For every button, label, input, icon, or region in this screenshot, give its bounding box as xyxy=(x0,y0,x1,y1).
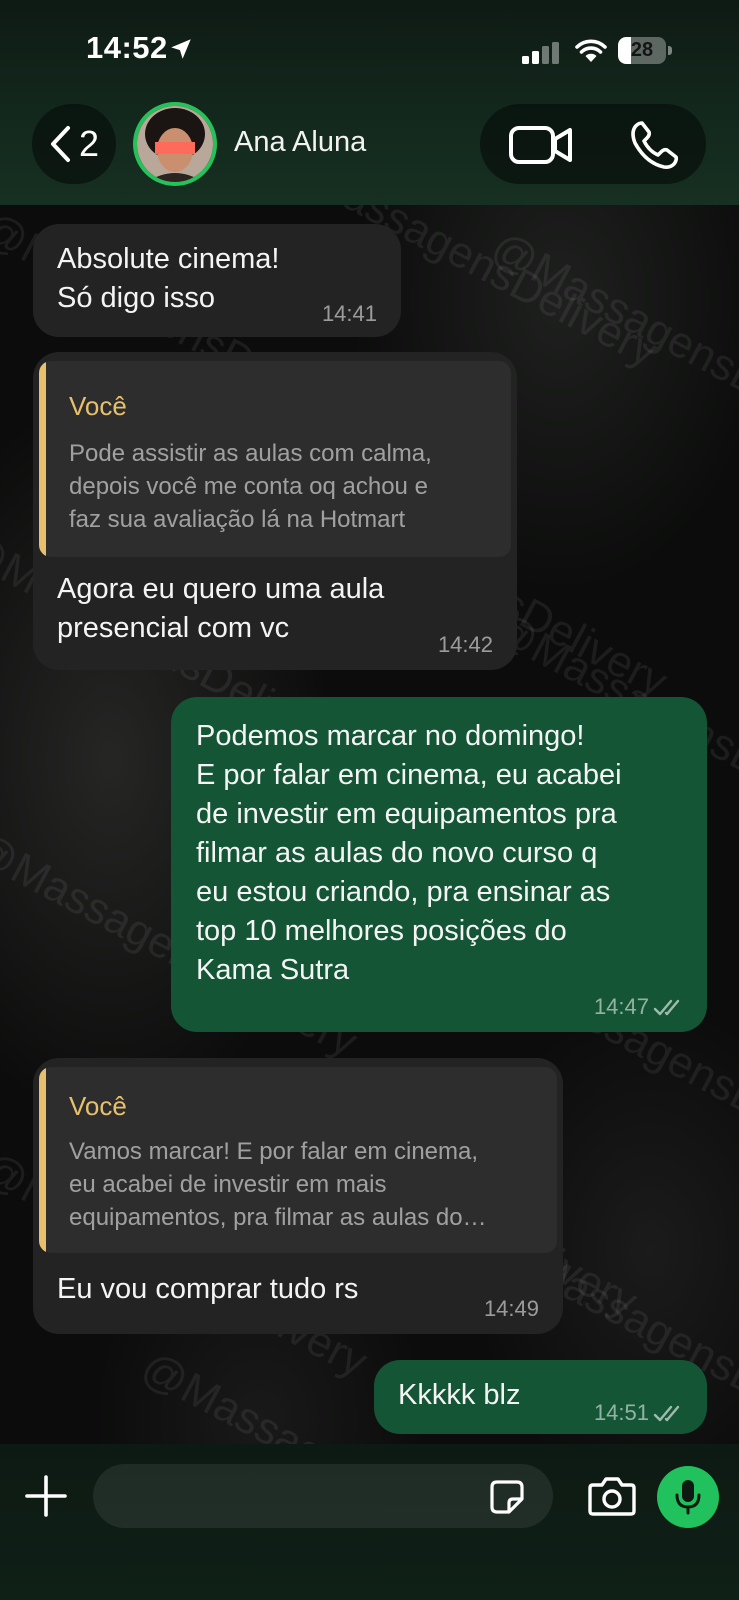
video-call-icon[interactable] xyxy=(508,124,574,166)
back-button[interactable]: 2 xyxy=(32,104,116,184)
phone-icon[interactable] xyxy=(628,119,680,171)
plus-icon[interactable] xyxy=(24,1474,68,1518)
signal-icon xyxy=(522,42,559,64)
message-time: 14:49 xyxy=(483,1296,539,1321)
camera-icon[interactable] xyxy=(588,1476,636,1516)
quote-text: Vamos marcar! E por falar em cinema, eu … xyxy=(69,1138,487,1231)
double-check-icon xyxy=(653,1405,680,1422)
battery-indicator: 28 xyxy=(618,37,672,64)
message-input-bar xyxy=(0,1444,739,1600)
quote-text: Pode assistir as aulas com calma, depois… xyxy=(69,440,432,533)
call-actions xyxy=(480,104,706,184)
quote-author: Você xyxy=(69,391,127,421)
double-check-icon xyxy=(653,999,680,1016)
message-time: 14:42 xyxy=(437,632,493,657)
quote-author: Você xyxy=(69,1091,127,1121)
quote-accent-bar xyxy=(39,361,46,557)
location-arrow-icon xyxy=(171,39,191,59)
mic-icon xyxy=(675,1480,701,1515)
unread-count: 2 xyxy=(78,123,100,164)
message-bubble-incoming[interactable]: Você Pode assistir as aulas com calma, d… xyxy=(33,352,517,670)
message-text: Agora eu quero uma aula presencial com v… xyxy=(57,573,385,644)
message-text: Podemos marcar no domingo! E por falar e… xyxy=(196,720,622,986)
message-bubble-incoming[interactable]: Absolute cinema! Só digo isso 14:41 xyxy=(33,224,401,337)
message-time: 14:41 xyxy=(321,301,377,326)
mic-button[interactable] xyxy=(657,1466,719,1528)
avatar-photo xyxy=(137,106,213,182)
message-text: Eu vou comprar tudo rs xyxy=(57,1273,359,1305)
message-text: Absolute cinema! Só digo isso xyxy=(57,243,280,314)
sticker-icon[interactable] xyxy=(489,1479,525,1515)
contact-name[interactable]: Ana Aluna xyxy=(234,126,366,159)
battery-level: 28 xyxy=(630,39,654,61)
message-input[interactable] xyxy=(93,1464,553,1528)
contact-avatar[interactable] xyxy=(133,102,217,186)
quoted-message[interactable]: Você Vamos marcar! E por falar em cinema… xyxy=(39,1067,557,1253)
message-bubble-outgoing[interactable]: Podemos marcar no domingo! E por falar e… xyxy=(171,697,707,1032)
status-time: 14:52 xyxy=(86,30,168,65)
message-time: 14:51 xyxy=(593,1400,649,1425)
quote-accent-bar xyxy=(39,1067,46,1253)
chevron-left-icon xyxy=(50,126,70,162)
message-time: 14:47 xyxy=(593,994,649,1019)
message-text: Kkkkk blz xyxy=(398,1379,521,1411)
quoted-message[interactable]: Você Pode assistir as aulas com calma, d… xyxy=(39,361,511,557)
message-bubble-outgoing[interactable]: Kkkkk blz 14:51 xyxy=(374,1360,707,1434)
wifi-icon xyxy=(575,39,607,62)
message-bubble-incoming[interactable]: Você Vamos marcar! E por falar em cinema… xyxy=(33,1058,563,1334)
